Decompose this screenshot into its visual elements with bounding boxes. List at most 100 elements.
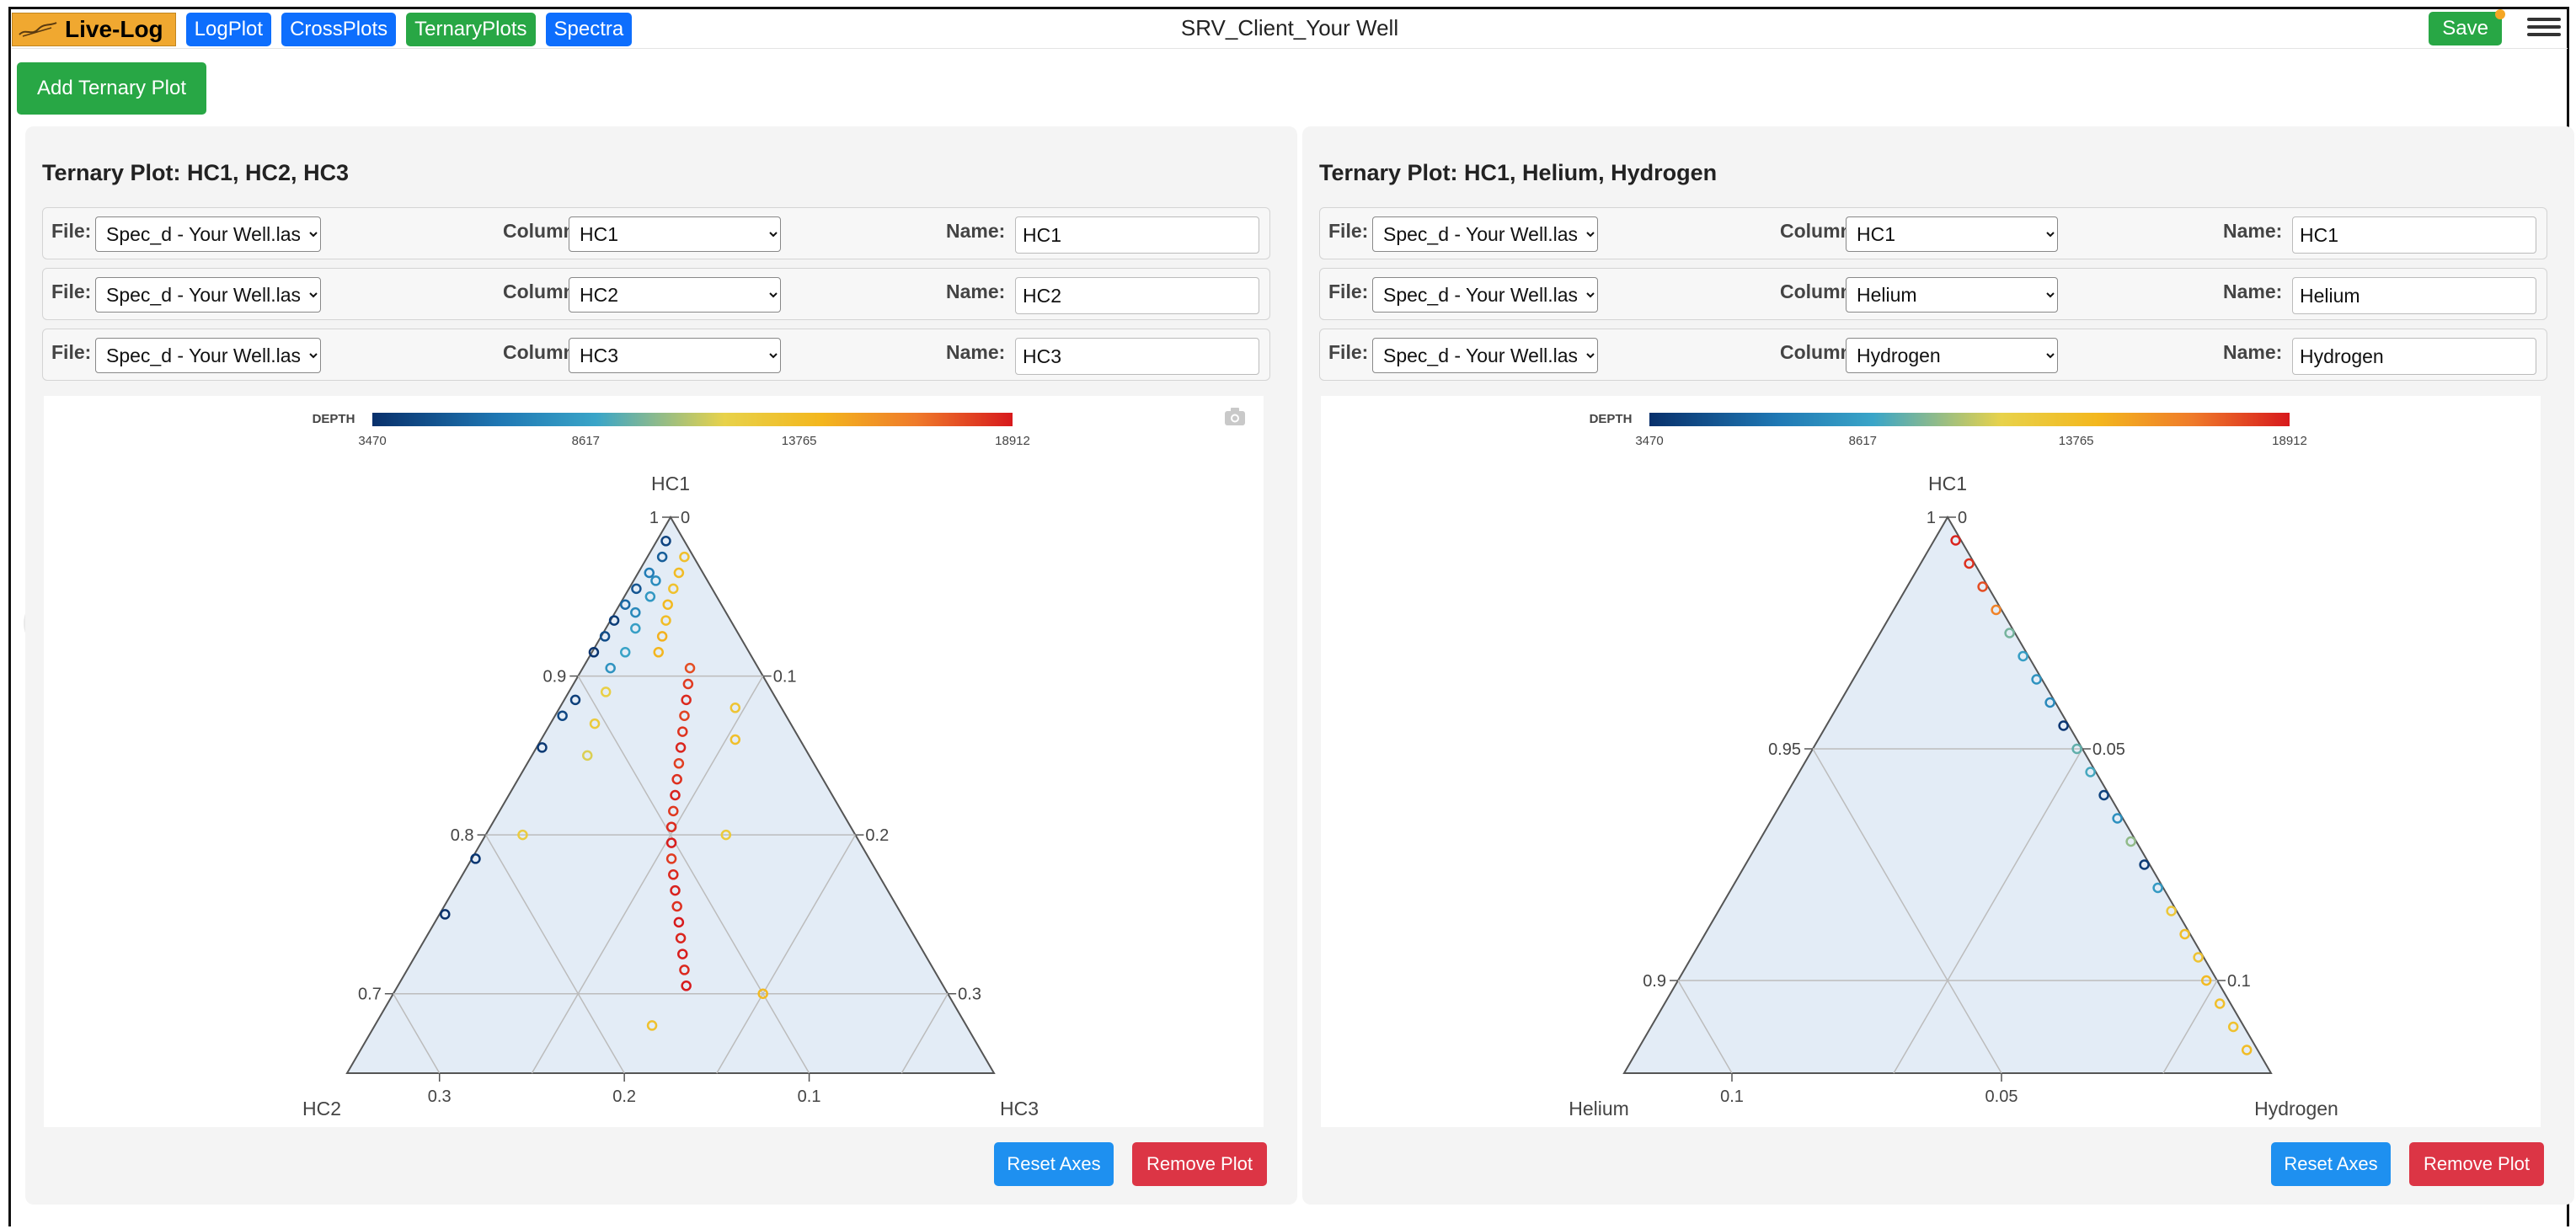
name-label: Name: bbox=[946, 281, 1006, 302]
ternary-panel-1: Ternary Plot: HC1, HC2, HC3 File: Spec_d… bbox=[25, 126, 1297, 1205]
axis-b-tick-label: 0.2 bbox=[612, 1087, 636, 1106]
file-label: File: bbox=[1328, 281, 1369, 302]
pen-signature-icon bbox=[18, 19, 58, 40]
name-label: Name: bbox=[2223, 281, 2283, 302]
nav-logplot[interactable]: LogPlot bbox=[185, 12, 272, 46]
file-label: File: bbox=[51, 281, 92, 302]
axis-c-tick-label: 0.1 bbox=[2227, 972, 2251, 991]
file-label: File: bbox=[51, 220, 92, 242]
name-input[interactable] bbox=[2292, 277, 2536, 314]
column-select[interactable]: Hydrogen bbox=[1846, 338, 2058, 373]
ternary-plot-area[interactable]: DEPTH 3470 8617 13765 18912 1 0.95 0.9 0 0.05 0.1 0… bbox=[1321, 396, 2541, 1127]
nav-ternaryplots[interactable]: TernaryPlots bbox=[406, 12, 536, 46]
add-ternary-plot-button[interactable]: Add Ternary Plot bbox=[17, 62, 206, 115]
axis-a-tick-label: 0.9 bbox=[1643, 972, 1666, 991]
axis-c-title: Hydrogen bbox=[2254, 1098, 2338, 1119]
panel-title: Ternary Plot: HC1, Helium, Hydrogen bbox=[1319, 160, 1718, 185]
axis-c-tick-label: 0.2 bbox=[865, 826, 889, 845]
axis-a-tick-label: 0.8 bbox=[451, 826, 474, 845]
name-label: Name: bbox=[2223, 220, 2283, 242]
axis-c-title: HC3 bbox=[1000, 1098, 1039, 1119]
axis-row-b: File: Spec_d - Your Well.las Column: Hel… bbox=[1319, 268, 2547, 320]
axis-c-tick-label: 0 bbox=[681, 509, 690, 527]
axis-row-a: File: Spec_d - Your Well.las Column: HC1… bbox=[42, 207, 1270, 259]
name-input[interactable] bbox=[1015, 216, 1259, 254]
ternary-triangle bbox=[1622, 516, 2273, 1074]
remove-plot-button[interactable]: Remove Plot bbox=[2409, 1142, 2544, 1186]
colorbar-tick: 3470 bbox=[358, 434, 386, 448]
nav-spectra[interactable]: Spectra bbox=[545, 12, 633, 46]
camera-icon[interactable] bbox=[1225, 408, 1245, 425]
ternary-chart-svg[interactable]: DEPTH3470 8617 13765 18912 1 0.95 0.9 0 0.05 0.1 0… bbox=[1321, 396, 2541, 1127]
remove-plot-button[interactable]: Remove Plot bbox=[1132, 1142, 1267, 1186]
axis-c-tick-label: 0.1 bbox=[773, 668, 797, 687]
column-select[interactable]: HC3 bbox=[569, 338, 781, 373]
axis-a-tick-label: 1 bbox=[649, 509, 659, 527]
ternary-chart-svg[interactable]: DEPTH3470 8617 13765 18912 1 0.9 0.8 0.7 0 0.1 0.2… bbox=[44, 396, 1264, 1127]
top-navbar: Live-Log LogPlot CrossPlots TernaryPlots… bbox=[12, 9, 2568, 49]
brand-logo-box[interactable]: Live-Log bbox=[12, 12, 176, 46]
name-label: Name: bbox=[946, 341, 1006, 363]
colorbar-tick: 8617 bbox=[572, 434, 600, 448]
colorbar-title: DEPTH bbox=[313, 412, 355, 426]
ternary-plot-area[interactable]: DEPTH 3470 8617 13765 18912 1 0.9 0.8 0.7 0 0.1 0.2… bbox=[44, 396, 1264, 1127]
panel-title: Ternary Plot: HC1, HC2, HC3 bbox=[42, 160, 350, 185]
file-select[interactable]: Spec_d - Your Well.las bbox=[95, 216, 321, 252]
depth-colorbar bbox=[372, 413, 1013, 426]
file-select[interactable]: Spec_d - Your Well.las bbox=[95, 277, 321, 313]
hamburger-menu-icon[interactable] bbox=[2527, 13, 2561, 44]
axis-a-title: HC1 bbox=[651, 473, 690, 494]
axis-c-tick-label: 0.05 bbox=[2092, 740, 2125, 759]
axis-b-title: Helium bbox=[1569, 1098, 1629, 1119]
axis-a-tick-label: 0.7 bbox=[358, 986, 382, 1004]
name-input[interactable] bbox=[1015, 338, 1259, 375]
axis-b-tick-label: 0.1 bbox=[798, 1087, 821, 1106]
axis-a-tick-label: 0.9 bbox=[542, 668, 566, 687]
axis-a-title: HC1 bbox=[1928, 473, 1967, 494]
axis-a-tick-label: 1 bbox=[1927, 509, 1936, 527]
file-select[interactable]: Spec_d - Your Well.las bbox=[95, 338, 321, 373]
colorbar-tick: 18912 bbox=[2272, 434, 2307, 448]
name-input[interactable] bbox=[1015, 277, 1259, 314]
axis-b-tick-label: 0.3 bbox=[428, 1087, 452, 1106]
colorbar-tick: 18912 bbox=[995, 434, 1030, 448]
axis-b-tick-label: 0.05 bbox=[1985, 1087, 2018, 1106]
colorbar-tick: 13765 bbox=[782, 434, 817, 448]
name-label: Name: bbox=[946, 220, 1006, 242]
colorbar-tick: 8617 bbox=[1849, 434, 1877, 448]
name-label: Name: bbox=[2223, 341, 2283, 363]
reset-axes-button[interactable]: Reset Axes bbox=[2271, 1142, 2391, 1186]
file-select[interactable]: Spec_d - Your Well.las bbox=[1372, 216, 1598, 252]
brand-title: Live-Log bbox=[65, 15, 163, 42]
axis-c-tick-label: 0 bbox=[1958, 509, 1967, 527]
axis-row-a: File: Spec_d - Your Well.las Column: HC1… bbox=[1319, 207, 2547, 259]
ternary-panel-2: Ternary Plot: HC1, Helium, Hydrogen File… bbox=[1302, 126, 2574, 1205]
axis-row-b: File: Spec_d - Your Well.las Column: HC2… bbox=[42, 268, 1270, 320]
file-label: File: bbox=[1328, 220, 1369, 242]
axis-c-tick-label: 0.3 bbox=[958, 986, 981, 1004]
file-select[interactable]: Spec_d - Your Well.las bbox=[1372, 277, 1598, 313]
colorbar-title: DEPTH bbox=[1590, 412, 1633, 426]
file-label: File: bbox=[1328, 341, 1369, 363]
axis-b-tick-label: 0.1 bbox=[1720, 1087, 1744, 1106]
name-input[interactable] bbox=[2292, 216, 2536, 254]
colorbar-tick: 13765 bbox=[2059, 434, 2094, 448]
file-label: File: bbox=[51, 341, 92, 363]
column-select[interactable]: Helium bbox=[1846, 277, 2058, 313]
depth-colorbar bbox=[1649, 413, 2290, 426]
axis-row-c: File: Spec_d - Your Well.las Column: Hyd… bbox=[1319, 329, 2547, 381]
name-input[interactable] bbox=[2292, 338, 2536, 375]
column-select[interactable]: HC1 bbox=[569, 216, 781, 252]
column-select[interactable]: HC1 bbox=[1846, 216, 2058, 252]
file-select[interactable]: Spec_d - Your Well.las bbox=[1372, 338, 1598, 373]
nav-crossplots[interactable]: CrossPlots bbox=[281, 12, 397, 46]
axis-row-c: File: Spec_d - Your Well.las Column: HC3… bbox=[42, 329, 1270, 381]
column-select[interactable]: HC2 bbox=[569, 277, 781, 313]
save-button[interactable]: Save bbox=[2429, 9, 2505, 45]
colorbar-tick: 3470 bbox=[1635, 434, 1663, 448]
reset-axes-button[interactable]: Reset Axes bbox=[994, 1142, 1114, 1186]
axis-b-title: HC2 bbox=[302, 1098, 341, 1119]
save-label: Save bbox=[2442, 17, 2488, 40]
axis-a-tick-label: 0.95 bbox=[1768, 740, 1801, 759]
unsaved-indicator-dot bbox=[2495, 9, 2505, 19]
